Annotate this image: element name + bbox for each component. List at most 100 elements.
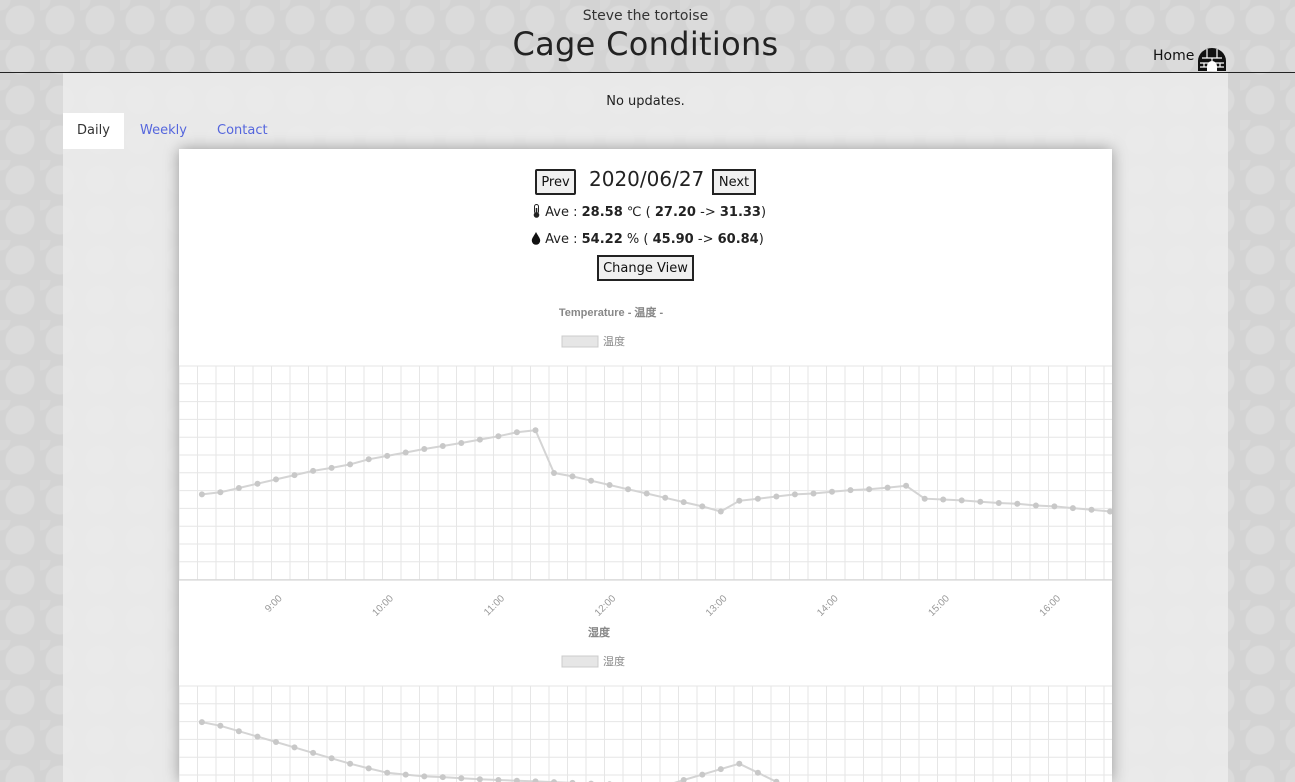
humidity-point	[402, 771, 409, 778]
temperature-point	[1107, 508, 1112, 515]
humidity-point	[476, 776, 483, 782]
paren-open: (	[643, 232, 649, 247]
temperature-point	[662, 494, 669, 501]
x-tick-label: 13:00	[704, 593, 730, 619]
temperature-legend-label: 温度	[603, 334, 625, 348]
temperature-stats: Ave : 28.58 ℃ ( 27.20 -> 31.33)	[532, 204, 766, 220]
daily-card: Prev 2020/06/27 Next Ave : 28.58 ℃ ( 27.…	[179, 149, 1112, 782]
temperature-point	[365, 456, 372, 463]
humidity-point	[217, 722, 224, 729]
page-title: Cage Conditions	[512, 25, 779, 63]
humidity-min: 45.90	[652, 232, 694, 247]
temperature-point	[977, 498, 984, 505]
charts-area: Temperature - 温度 - 温度 9:00 10:00 11:00 12:0…	[179, 305, 1112, 782]
current-date: 2020/06/27	[589, 167, 705, 191]
thermometer-icon	[532, 204, 545, 220]
temperature-max: 31.33	[719, 205, 761, 220]
legend-swatch[interactable]	[561, 335, 599, 348]
temperature-point	[866, 486, 873, 493]
temperature-point	[384, 452, 391, 459]
x-tick-label: 12:00	[593, 593, 619, 619]
humidity-point	[439, 774, 446, 781]
humidity-point	[532, 778, 539, 782]
tab-contact[interactable]: Contact	[217, 113, 268, 149]
humidity-point	[421, 773, 428, 780]
humidity-chart-title: 湿度	[588, 625, 611, 639]
next-button[interactable]: Next	[712, 169, 756, 195]
x-tick-label: 16:00	[1038, 593, 1064, 619]
temperature-point	[532, 427, 539, 434]
range-arrow: ->	[697, 232, 714, 247]
temperature-point	[1014, 500, 1021, 507]
humidity-ave-label: Ave :	[545, 232, 578, 247]
temperature-point	[773, 493, 780, 500]
temperature-point	[198, 491, 205, 498]
temperature-point	[736, 497, 743, 504]
x-tick-label: 11:00	[482, 593, 507, 618]
temperature-point	[347, 461, 354, 468]
temperature-point	[903, 482, 910, 489]
x-tick-label: 10:00	[370, 593, 396, 619]
temperature-point	[754, 495, 761, 502]
humidity-series-points	[198, 719, 780, 782]
humidity-stats: Ave : 54.22 % ( 45.90 -> 60.84)	[531, 232, 764, 247]
humidity-point	[291, 744, 298, 751]
temperature-point	[810, 490, 817, 497]
temperature-point	[439, 443, 446, 449]
temperature-point	[402, 449, 409, 456]
legend-swatch[interactable]	[561, 655, 599, 668]
temperature-point	[1051, 503, 1058, 510]
range-arrow: ->	[700, 205, 716, 220]
humidity-point	[310, 749, 317, 756]
x-tick-label: 14:00	[815, 593, 841, 619]
humidity-max: 60.84	[717, 232, 759, 247]
humidity-series-line	[201, 721, 777, 782]
change-view-button[interactable]: Change View	[597, 255, 694, 281]
temperature-min: 27.20	[654, 205, 696, 220]
temperature-point	[643, 490, 650, 497]
humidity-ave: 54.22	[581, 232, 623, 247]
temperature-point	[1088, 506, 1095, 513]
temperature-point	[699, 503, 706, 510]
temperature-point	[958, 497, 965, 504]
temperature-point	[791, 491, 798, 498]
humidity-point	[513, 777, 520, 782]
droplet-icon	[531, 232, 545, 247]
temperature-point	[273, 476, 279, 483]
temperature-point	[1032, 502, 1039, 509]
temperature-x-axis: 9:00 10:00 11:00 12:00 13:00 14:00 15:00 16:00	[263, 593, 1063, 619]
temperature-point	[310, 467, 317, 474]
tab-daily[interactable]: Daily	[63, 113, 124, 149]
humidity-legend-label: 湿度	[603, 654, 625, 668]
temperature-point	[421, 446, 428, 452]
humidity-unit: %	[626, 232, 640, 247]
temperature-point	[1069, 505, 1076, 512]
temperature-point	[921, 495, 928, 502]
prev-button[interactable]: Prev	[535, 169, 576, 195]
temperature-point	[588, 477, 595, 484]
humidity-point	[365, 765, 372, 772]
temperature-point	[235, 485, 242, 491]
humidity-point	[699, 771, 706, 778]
paren-close: )	[758, 232, 764, 247]
humidity-point	[680, 777, 687, 782]
humidity-point	[254, 733, 261, 740]
temperature-point	[995, 500, 1002, 506]
paren-close: )	[760, 205, 767, 220]
temperature-point	[551, 470, 557, 476]
temperature-point	[847, 487, 854, 494]
igloo-icon[interactable]	[1196, 46, 1228, 72]
temperature-point	[495, 433, 502, 440]
x-tick-label: 15:00	[926, 593, 952, 619]
humidity-point	[198, 719, 205, 726]
humidity-point	[458, 775, 465, 782]
temperature-point	[328, 464, 335, 471]
temperature-point	[569, 473, 576, 480]
temperature-point	[625, 486, 632, 493]
temperature-unit: ℃	[626, 205, 642, 220]
temperature-point	[717, 508, 724, 515]
humidity-point	[495, 777, 502, 782]
home-link[interactable]: Home	[1153, 48, 1194, 64]
paren-open: (	[645, 205, 651, 220]
tab-weekly[interactable]: Weekly	[140, 113, 187, 149]
